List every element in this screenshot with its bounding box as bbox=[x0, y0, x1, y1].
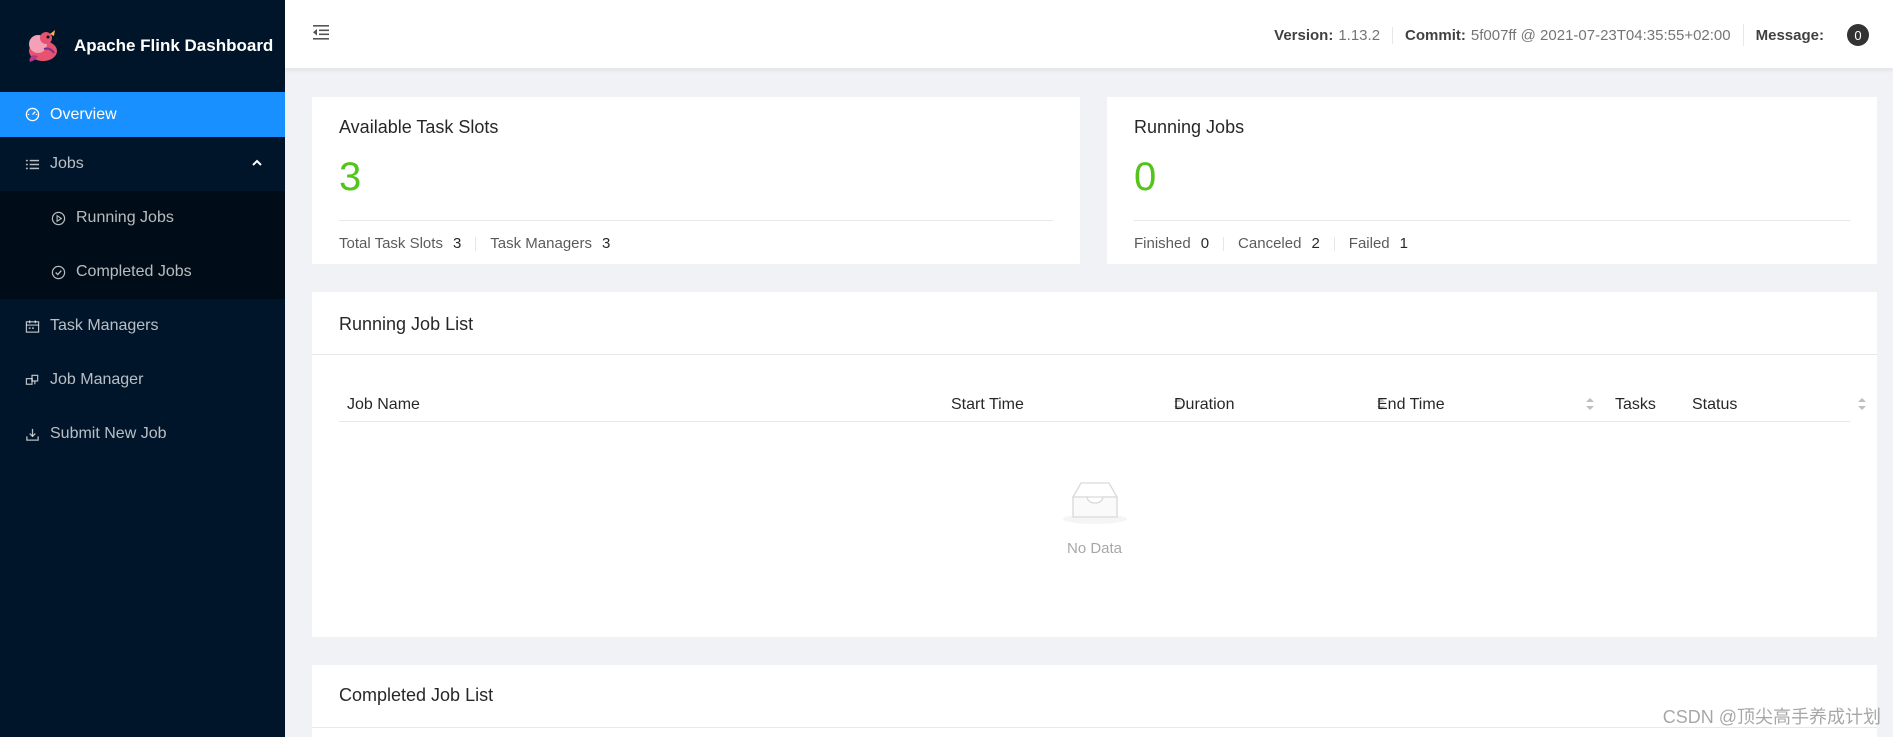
divider bbox=[1333, 236, 1335, 251]
upload-icon bbox=[24, 426, 40, 442]
empty-text: No Data bbox=[1066, 540, 1123, 557]
finished-label: Finished bbox=[1134, 235, 1191, 252]
column-header-tasks: Tasks bbox=[1615, 388, 1656, 422]
top-header: Version: 1.13.2 Commit: 5f007ff @ 2021-0… bbox=[285, 0, 1893, 69]
empty-state: No Data bbox=[312, 477, 1877, 557]
divider bbox=[1134, 220, 1850, 221]
jobs-footer: Finished 0 Canceled 2 Failed 1 bbox=[1134, 235, 1408, 252]
running-jobs-value: 0 bbox=[1134, 155, 1157, 199]
dashboard-icon bbox=[24, 107, 40, 123]
task-managers-value: 3 bbox=[602, 235, 611, 252]
divider bbox=[312, 727, 1877, 728]
sidebar: Apache Flink Dashboard Overview Jobs Run… bbox=[0, 0, 285, 737]
failed-value: 1 bbox=[1399, 235, 1408, 252]
total-slots-value: 3 bbox=[452, 235, 462, 252]
sidebar-item-label: Task Managers bbox=[50, 317, 159, 334]
list-icon bbox=[24, 156, 40, 172]
finished-value: 0 bbox=[1200, 235, 1210, 252]
version-info: Version: 1.13.2 bbox=[1262, 27, 1392, 44]
column-header-job-name: Job Name bbox=[347, 388, 420, 422]
canceled-label: Canceled bbox=[1238, 235, 1302, 252]
sidebar-item-overview[interactable]: Overview bbox=[0, 92, 285, 137]
schedule-icon bbox=[24, 318, 40, 334]
task-managers-label: Task Managers bbox=[490, 235, 593, 252]
sidebar-item-jobs[interactable]: Jobs bbox=[0, 137, 285, 191]
column-header-status[interactable]: Status bbox=[1692, 388, 1737, 422]
sidebar-item-label: Jobs bbox=[50, 155, 84, 172]
sidebar-item-label: Overview bbox=[50, 105, 117, 123]
sidebar-item-label: Completed Jobs bbox=[76, 263, 192, 280]
card-title: Available Task Slots bbox=[339, 117, 499, 137]
sidebar-item-label: Running Jobs bbox=[76, 209, 174, 226]
sort-icon[interactable] bbox=[1857, 395, 1867, 413]
total-slots-label: Total Task Slots bbox=[339, 235, 443, 252]
completed-job-list-card: Completed Job List bbox=[312, 665, 1877, 737]
sidebar-item-running-jobs[interactable]: Running Jobs bbox=[0, 191, 285, 245]
watermark: CSDN @顶尖高手养成计划 bbox=[1662, 707, 1881, 727]
sidebar-item-completed-jobs[interactable]: Completed Jobs bbox=[0, 245, 285, 299]
cluster-info: Version: 1.13.2 Commit: 5f007ff @ 2021-0… bbox=[1262, 24, 1881, 46]
card-title: Running Job List bbox=[339, 314, 474, 334]
running-jobs-card: Running Jobs 0 Finished 0 Canceled 2 Fai… bbox=[1107, 97, 1877, 264]
menu-fold-icon[interactable] bbox=[311, 22, 331, 42]
column-header-duration[interactable]: Duration bbox=[1174, 388, 1234, 422]
app-logo-area[interactable]: Apache Flink Dashboard bbox=[0, 0, 285, 92]
column-label: Job Name bbox=[347, 396, 420, 413]
version-value: 1.13.2 bbox=[1338, 26, 1381, 44]
sort-icon[interactable] bbox=[1585, 395, 1595, 413]
available-task-slots-card: Available Task Slots 3 Total Task Slots … bbox=[312, 97, 1080, 264]
sidebar-item-submit-new-job[interactable]: Submit New Job bbox=[0, 407, 285, 461]
check-circle-icon bbox=[50, 264, 66, 280]
available-slots-value: 3 bbox=[339, 155, 362, 199]
column-label: Duration bbox=[1174, 396, 1235, 413]
column-label: End Time bbox=[1377, 396, 1445, 413]
chevron-up-icon bbox=[251, 156, 263, 174]
column-label: Status bbox=[1692, 396, 1738, 413]
message-label: Message: bbox=[1755, 26, 1824, 44]
sidebar-item-job-manager[interactable]: Job Manager bbox=[0, 353, 285, 407]
message-info[interactable]: Message: 0 bbox=[1742, 24, 1881, 46]
build-icon bbox=[24, 372, 40, 388]
running-job-list-card: Running Job List Job Name Start Time Dur… bbox=[312, 292, 1877, 637]
commit-info: Commit: 5f007ff @ 2021-07-23T04:35:55+02… bbox=[1392, 26, 1743, 44]
flink-logo-icon bbox=[24, 27, 62, 65]
card-title: Running Jobs bbox=[1134, 117, 1245, 137]
divider bbox=[1223, 236, 1225, 251]
divider bbox=[475, 236, 477, 251]
failed-label: Failed bbox=[1348, 235, 1390, 252]
table-header: Job Name Start Time Duration End Time Ta… bbox=[339, 388, 1866, 422]
empty-inbox-icon bbox=[1059, 477, 1131, 530]
card-title: Completed Job List bbox=[339, 685, 494, 705]
sidebar-item-label: Job Manager bbox=[50, 371, 144, 388]
sidebar-item-label: Submit New Job bbox=[50, 425, 167, 442]
column-header-end-time[interactable]: End Time bbox=[1377, 388, 1445, 422]
column-header-start-time[interactable]: Start Time bbox=[951, 388, 1024, 422]
sidebar-item-task-managers[interactable]: Task Managers bbox=[0, 299, 285, 353]
divider bbox=[312, 354, 1877, 355]
column-label: Tasks bbox=[1615, 396, 1656, 413]
column-label: Start Time bbox=[951, 396, 1024, 413]
divider bbox=[339, 220, 1053, 221]
commit-value: 5f007ff @ 2021-07-23T04:35:55+02:00 bbox=[1470, 26, 1731, 44]
commit-label: Commit: bbox=[1405, 26, 1466, 44]
play-circle-icon bbox=[50, 210, 66, 226]
app-title: Apache Flink Dashboard bbox=[74, 36, 274, 55]
version-label: Version: bbox=[1274, 26, 1334, 44]
message-count-badge[interactable]: 0 bbox=[1847, 24, 1869, 46]
jobs-submenu: Running Jobs Completed Jobs bbox=[0, 191, 285, 299]
canceled-value: 2 bbox=[1311, 235, 1320, 252]
slots-footer: Total Task Slots 3 Task Managers 3 bbox=[339, 235, 610, 252]
